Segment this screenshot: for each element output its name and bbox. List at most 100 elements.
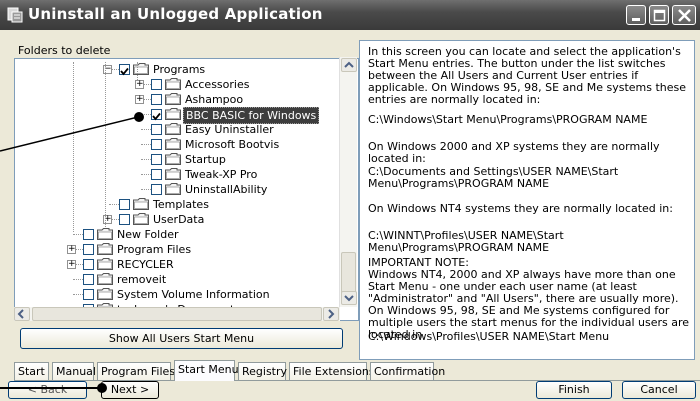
folder-checkbox[interactable] [151,184,162,195]
app-icon [7,7,23,23]
tree-item-label: Startup [185,153,226,166]
expand-icon[interactable]: + [135,80,144,89]
tree-guide-line [137,62,138,80]
folder-checkbox[interactable] [151,154,162,165]
tree-item[interactable]: System Volume Information [15,287,345,302]
folder-checkbox[interactable] [83,274,94,285]
help-path: C:\Documents and Settings\USER NAME\Star… [368,165,619,190]
folder-checkbox[interactable] [119,64,130,76]
scroll-right-button[interactable] [323,307,339,321]
folder-checkbox[interactable] [83,289,94,300]
callout-line-selected [0,116,139,152]
folder-icon [165,78,181,90]
next-button[interactable]: Next > [101,381,159,399]
important-note: IMPORTANT NOTE: Windows NT4, 2000 and XP… [368,256,690,341]
folder-checkbox[interactable] [151,94,162,105]
tree-item[interactable]: − Programs [15,62,345,77]
close-button[interactable] [672,5,696,25]
horizontal-scroll-thumb[interactable] [32,307,322,321]
tree-item-label: Tweak-XP Pro [185,168,258,181]
help-path: C:\WINNT\Profiles\USER NAME\Start Menu\P… [368,229,564,254]
folder-tree[interactable]: − Programs + Accessories + Ashampoo BBC BASIC … [14,58,359,321]
tree-item-label: Ashampoo [185,93,244,106]
folder-icon [165,108,181,120]
tree-item[interactable]: + Accessories [15,77,345,92]
tree-item[interactable]: removeit [15,272,345,287]
tree-connector [73,234,83,235]
help-path: C:\Windows\Profiles\USER NAME\Start Menu [368,330,610,343]
help-text-pane: In this screen you can locate and select… [359,40,695,360]
tree-connector [141,189,151,190]
back-button[interactable]: < Back [8,381,87,399]
tree-item[interactable]: Tweak-XP Pro [15,167,345,182]
tree-vertical-scrollbar[interactable] [339,57,357,307]
tree-item-label: Programs [153,63,206,76]
tree-item[interactable]: + Program Files [15,242,345,257]
tree-item[interactable]: + UserData [15,212,345,227]
close-icon [678,9,691,22]
folder-icon [165,153,181,165]
tree-item[interactable]: + RECYCLER [15,257,345,272]
folder-checkbox[interactable] [151,79,162,90]
tab-confirmation[interactable]: Confirmation [370,362,445,380]
tree-connector [73,279,83,280]
scroll-left-button[interactable] [14,307,30,321]
tab-start-menu[interactable]: Start Menu [174,360,239,381]
folder-checkbox[interactable] [151,124,162,135]
tree-item[interactable]: + Ashampoo [15,92,345,107]
cancel-button[interactable]: Cancel [622,381,696,399]
folder-checkbox[interactable] [119,199,130,210]
tab-registry[interactable]: Registry [238,362,287,380]
tree-connector [73,294,83,295]
folder-icon [133,213,149,225]
folder-checkbox[interactable] [119,214,130,225]
expand-icon[interactable]: + [67,260,76,269]
folder-checkbox[interactable] [83,244,94,255]
folder-icon [133,198,149,210]
tree-item[interactable]: Templates [15,197,345,212]
help-path: C:\Windows\Start Menu\Programs\PROGRAM N… [368,113,648,126]
folder-icon [165,183,181,195]
minimize-icon [632,18,640,21]
title-bar: Uninstall an Unlogged Application [0,0,700,30]
folder-checkbox[interactable] [151,169,162,180]
finish-button[interactable]: Finish [536,381,612,399]
callout-dot-next [97,383,107,393]
tab-start[interactable]: Start [14,362,49,380]
expand-icon[interactable]: + [67,245,76,254]
folder-icon [165,123,181,135]
folder-icon [165,93,181,105]
checkmark-icon [152,112,161,121]
folder-icon [165,138,181,150]
maximize-button[interactable] [649,5,669,25]
tree-item[interactable]: New Folder [15,227,345,242]
folder-checkbox[interactable] [151,139,162,150]
tree-horizontal-scrollbar[interactable] [14,307,340,321]
folder-checkbox[interactable] [83,229,94,240]
tree-connector [109,204,119,205]
folder-icon [133,63,149,75]
tree-item[interactable]: UninstallAbility [15,182,345,197]
checkmark-icon [120,67,129,76]
folder-icon [97,243,113,255]
tree-item-label: Program Files [117,243,192,256]
scroll-thumb[interactable] [341,252,356,296]
scroll-down-button[interactable] [341,291,357,305]
tree-item-label: RECYCLER [117,258,174,271]
expand-icon[interactable]: + [135,95,144,104]
folder-checkbox[interactable] [83,259,94,270]
tree-item-label: Templates [153,198,209,211]
tree-item-label: UninstallAbility [185,183,268,196]
tree-item-label: UserData [153,213,205,226]
callout-dot-selected [134,112,144,122]
tree-item-label: Accessories [185,78,250,91]
scroll-up-button[interactable] [341,58,357,72]
tab-file-extensions[interactable]: File Extensions [289,362,375,380]
minimize-button[interactable] [626,5,646,25]
tab-manual[interactable]: Manual [52,362,96,380]
tree-item-label: Microsoft Bootvis [185,138,280,151]
folder-checkbox[interactable] [151,109,162,121]
show-all-users-start-menu-button[interactable]: Show All Users Start Menu [20,328,343,349]
tab-program-files[interactable]: Program Files [97,362,175,380]
folder-icon [97,288,113,300]
